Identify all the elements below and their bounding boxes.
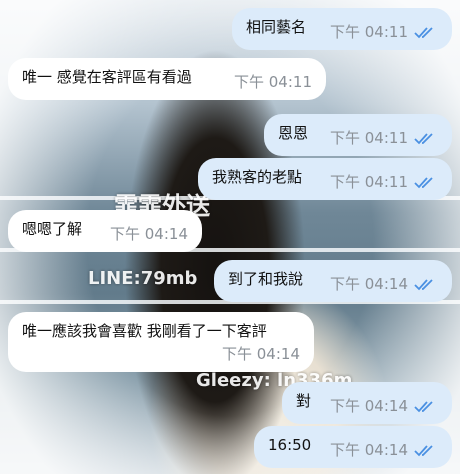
double-check-icon xyxy=(414,279,433,291)
chat-message-outgoing[interactable]: 恩恩 下午 04:11 xyxy=(264,114,452,156)
double-check-icon xyxy=(414,133,433,145)
chat-message-outgoing[interactable]: 到了和我說 下午 04:14 xyxy=(214,260,452,302)
message-text: 嗯嗯了解 xyxy=(22,220,83,238)
message-time: 下午 04:14 xyxy=(110,225,188,243)
message-text: 16:50 xyxy=(268,436,312,454)
message-time: 下午 04:14 xyxy=(330,397,408,415)
message-time: 下午 04:14 xyxy=(330,275,408,293)
double-check-icon xyxy=(414,401,433,413)
double-check-icon xyxy=(414,27,433,39)
double-check-icon xyxy=(414,445,433,457)
message-time: 下午 04:14 xyxy=(330,441,408,459)
message-text: 相同藝名 xyxy=(246,18,307,36)
chat-message-incoming[interactable]: 嗯嗯了解 下午 04:14 xyxy=(8,210,202,252)
message-time: 下午 04:11 xyxy=(330,129,408,147)
message-text: 唯一應該我會喜歡 我剛看了一下客評 xyxy=(22,322,267,340)
message-text: 我熟客的老點 xyxy=(212,168,303,186)
message-text: 唯一 感覺在客評區有看過 xyxy=(22,68,192,86)
message-text: 對 xyxy=(296,392,312,410)
watermark-line: LINE:79mb xyxy=(88,268,198,289)
double-check-icon xyxy=(414,177,433,189)
message-text: 到了和我說 xyxy=(228,270,304,288)
chat-message-outgoing[interactable]: 16:50 下午 04:14 xyxy=(254,426,452,468)
message-time: 下午 04:11 xyxy=(330,23,408,41)
chat-message-outgoing[interactable]: 我熟客的老點 下午 04:11 xyxy=(198,158,452,200)
message-text: 恩恩 xyxy=(278,124,309,142)
message-time: 下午 04:11 xyxy=(330,173,408,191)
message-time: 下午 04:14 xyxy=(222,345,300,363)
chat-message-incoming[interactable]: 唯一 感覺在客評區有看過 下午 04:11 xyxy=(8,58,326,100)
chat-message-outgoing[interactable]: 對 下午 04:14 xyxy=(282,382,452,424)
chat-message-incoming[interactable]: 唯一應該我會喜歡 我剛看了一下客評 下午 04:14 xyxy=(8,312,314,372)
chat-message-outgoing[interactable]: 相同藝名 下午 04:11 xyxy=(232,8,452,50)
message-time: 下午 04:11 xyxy=(234,73,312,91)
